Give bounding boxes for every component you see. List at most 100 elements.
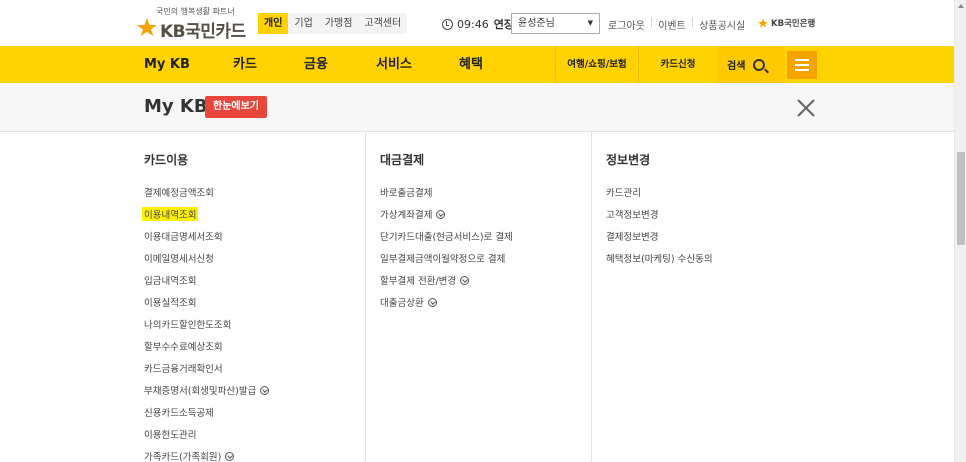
menu-item-label: 부채증명서(회생및파산)발급	[144, 386, 257, 397]
menu-item-label: 이용한도관리	[144, 430, 197, 441]
panel-title: My KB	[144, 96, 208, 117]
divider: |	[690, 17, 695, 28]
menu-item[interactable]: 카드관리	[606, 181, 713, 203]
utility-links: 로그아웃 | 이벤트 | 상품공시실	[608, 17, 745, 32]
menu-item-label: 가상계좌결제	[380, 210, 433, 221]
search-icon	[753, 58, 766, 71]
menu-list: 카드관리고객정보변경결제정보변경혜택정보(마케팅) 수신동의	[606, 181, 713, 269]
menu-item[interactable]: 할부결제 전환/변경	[380, 269, 513, 291]
menu-item-label: 일부결제금액이월약정으로 결제	[380, 254, 506, 265]
menu-item-label: 이용대금명세서조회	[144, 232, 223, 243]
kb-star-icon	[137, 18, 157, 36]
menu-item[interactable]: 결제정보변경	[606, 225, 713, 247]
nav-card[interactable]: 카드	[233, 46, 257, 83]
logout-link[interactable]: 로그아웃	[608, 17, 645, 32]
nav-benefits[interactable]: 혜택	[459, 46, 483, 83]
nav-service[interactable]: 서비스	[376, 46, 412, 83]
nav-card-apply[interactable]: 카드신청	[638, 46, 717, 83]
menu-item[interactable]: 이용실적조회	[144, 291, 269, 313]
menu-item-label: 혜택정보(마케팅) 수신동의	[606, 254, 713, 265]
menu-item[interactable]: 단기카드대출(현금서비스)로 결제	[380, 225, 513, 247]
menu-item[interactable]: 고객정보변경	[606, 203, 713, 225]
overview-button[interactable]: 한눈에보기	[205, 96, 267, 118]
menu-item[interactable]: 부채증명서(회생및파산)발급	[144, 379, 270, 401]
menu-item-label: 입금내역조회	[144, 276, 197, 287]
divider: |	[649, 17, 654, 28]
menu-item-label: 카드금융거래확인서	[144, 364, 223, 375]
main-navigation: My KB 카드 금융 서비스 혜택 여행/쇼핑/보험 카드신청 검색	[0, 46, 954, 83]
scrollbar-thumb[interactable]	[957, 152, 965, 245]
segment-tab-personal[interactable]: 개인	[258, 13, 289, 34]
menu-item[interactable]: 가상계좌결제	[380, 203, 513, 225]
menu-item[interactable]: 가족카드(가족회원)	[144, 445, 269, 462]
customer-segment-tabs: 개인 기업 가맹점 고객센터	[258, 13, 408, 34]
menu-list: 결제예정금액조회이용내역조회이용대금명세서조회이메일명세서신청입금내역조회이용실…	[142, 181, 270, 462]
top-utility-bar: 국민의 행복생활 파트너 KB국민카드 개인 기업 가맹점 고객센터 09:46…	[0, 0, 954, 46]
menu-item-label: 나의카드할인한도조회	[144, 320, 232, 331]
menu-item-label: 신용카드소득공제	[144, 408, 214, 419]
menu-item-label: 대출금상환	[380, 298, 424, 309]
product-disclosure-link[interactable]: 상품공시실	[699, 17, 745, 32]
menu-item[interactable]: 카드금융거래확인서	[144, 357, 269, 379]
menu-item[interactable]: 이용한도관리	[144, 423, 269, 445]
menu-item[interactable]: 일부결제금액이월약정으로 결제	[380, 247, 513, 269]
menu-item[interactable]: 신용카드소득공제	[144, 401, 269, 423]
expand-circle-icon[interactable]	[225, 451, 235, 461]
menu-item-label: 이용내역조회	[142, 207, 199, 221]
menu-item-label: 결제예정금액조회	[144, 188, 214, 199]
hamburger-icon	[795, 69, 809, 71]
hamburger-icon	[795, 64, 809, 66]
kb-star-icon	[758, 18, 768, 28]
kb-card-logo[interactable]: 국민의 행복생활 파트너 KB국민카드	[136, 6, 256, 42]
menu-item-label: 가족카드(가족회원)	[144, 452, 222, 462]
expand-circle-icon[interactable]	[427, 297, 437, 307]
kb-bank-link[interactable]: KB국민은행	[757, 17, 815, 29]
menu-list: 바로출금결제가상계좌결제단기카드대출(현금서비스)로 결제일부결제금액이월약정으…	[380, 181, 513, 313]
session-timer: 09:46 연장	[442, 16, 514, 32]
search-button[interactable]: 검색	[717, 46, 785, 83]
user-select[interactable]: 윤성준님 ▼	[511, 13, 600, 34]
menu-item-label: 바로출금결제	[380, 188, 433, 199]
nav-travel-shopping-insurance[interactable]: 여행/쇼핑/보험	[555, 46, 638, 83]
expand-circle-icon[interactable]	[260, 385, 270, 395]
segment-tab-merchant[interactable]: 가맹점	[319, 13, 359, 34]
menu-item[interactable]: 대출금상환	[380, 291, 513, 313]
logo-brand: KB국민카드	[160, 22, 246, 42]
menu-item[interactable]: 이용대금명세서조회	[144, 225, 269, 247]
kb-bank-label: KB국민은행	[771, 19, 816, 29]
menu-item-label: 이용실적조회	[144, 298, 197, 309]
menu-item[interactable]: 이용내역조회	[142, 203, 269, 225]
expand-circle-icon[interactable]	[436, 209, 446, 219]
menu-item[interactable]: 혜택정보(마케팅) 수신동의	[606, 247, 713, 269]
caret-down-icon: ▼	[587, 19, 593, 27]
page-scrollbar[interactable]	[954, 0, 966, 462]
menu-item[interactable]: 이메일명세서신청	[144, 247, 269, 269]
menu-item[interactable]: 바로출금결제	[380, 181, 513, 203]
menu-item-label: 결제정보변경	[606, 232, 659, 243]
menu-item-label: 카드관리	[606, 188, 641, 199]
menu-item[interactable]: 입금내역조회	[144, 269, 269, 291]
menu-item[interactable]: 할부수수료예상조회	[144, 335, 269, 357]
menu-item-label: 단기카드대출(현금서비스)로 결제	[380, 232, 513, 243]
menu-item[interactable]: 나의카드할인한도조회	[144, 313, 269, 335]
menu-column-info-change: 정보변경 카드관리 고객정보변경 결제정보변경 혜택정보(마케팅) 수신동의	[591, 132, 831, 462]
menu-column-payment: 대금결제 바로출금결제 가상계좌결제 단기카드대출(현금서비스)로 결제 일부결제금액…	[365, 132, 591, 462]
segment-tab-customer-center[interactable]: 고객센터	[358, 13, 407, 34]
event-link[interactable]: 이벤트	[658, 17, 686, 32]
segment-tab-corporate[interactable]: 기업	[288, 13, 318, 34]
search-label: 검색	[727, 61, 746, 72]
scroll-up-arrow-icon[interactable]	[958, 4, 964, 8]
menu-item-label: 할부결제 전환/변경	[380, 276, 457, 287]
nav-my-kb[interactable]: My KB	[144, 46, 190, 83]
close-icon[interactable]	[796, 98, 816, 118]
logo-tagline: 국민의 행복생활 파트너	[156, 7, 235, 16]
menu-item[interactable]: 결제예정금액조회	[144, 181, 269, 203]
hamburger-icon	[795, 59, 809, 61]
hamburger-menu-button[interactable]	[787, 51, 817, 79]
expand-circle-icon[interactable]	[460, 275, 470, 285]
menu-item-label: 이메일명세서신청	[144, 254, 214, 265]
user-select-value: 윤성준님	[518, 18, 555, 29]
clock-icon	[442, 18, 453, 30]
column-heading: 카드이용	[144, 153, 189, 167]
nav-finance[interactable]: 금융	[304, 46, 328, 83]
